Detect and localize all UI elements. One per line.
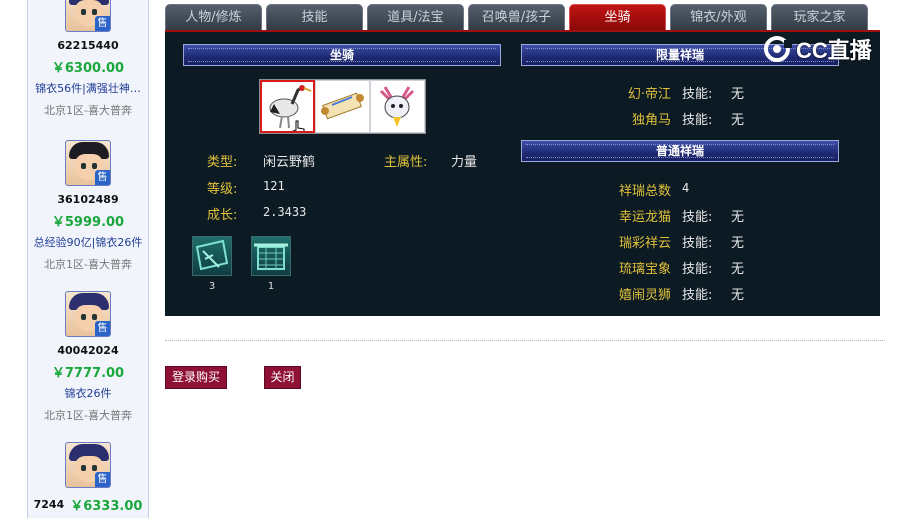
tab-house[interactable]: 玩家之家 (771, 4, 868, 30)
mount-section-header: 坐骑 (183, 44, 501, 66)
listing-id: 40042024 (57, 344, 119, 357)
scroll-item-thumb[interactable] (315, 80, 370, 133)
normal-skill-value: 无 (731, 262, 745, 277)
deer-icon (379, 86, 415, 127)
normal-skill-value: 无 (731, 210, 745, 225)
level-label: 等级: (207, 182, 238, 197)
normal-skill-label: 技能: (682, 210, 713, 225)
listing-price: ￥5999.00 (51, 215, 125, 230)
limited-skill-label: 技能: (682, 113, 713, 128)
sell-badge: 售 (95, 321, 110, 336)
close-button[interactable]: 关闭 (264, 366, 301, 389)
skill-book-icon[interactable] (192, 236, 232, 276)
cc-logo-icon (764, 36, 792, 62)
listing-item[interactable]: 售 36102489 ￥5999.00 总经验90亿|锦衣26件 北京1区-喜大… (28, 140, 148, 272)
normal-section-header: 普通祥瑞 (521, 140, 839, 162)
cc-live-watermark: CC直播 (762, 34, 872, 64)
tab-skills[interactable]: 技能 (266, 4, 363, 30)
normal-skill-value: 无 (731, 236, 745, 251)
normal-name: 瑞彩祥云 (618, 236, 671, 251)
growth-label: 成长: (207, 208, 238, 223)
listing-item[interactable]: 售 7244 ￥6333.00 (28, 442, 148, 514)
hand-cursor-icon (292, 120, 305, 131)
crane-mount-thumb[interactable] (260, 80, 315, 133)
listing-price: ￥7777.00 (51, 366, 125, 381)
type-label: 类型: (207, 155, 238, 170)
character-avatar[interactable]: 售 (65, 0, 111, 32)
normal-skill-value: 无 (731, 288, 745, 303)
normal-name: 嬉闹灵狮 (618, 288, 671, 303)
character-avatar[interactable]: 售 (65, 140, 111, 186)
tab-character[interactable]: 人物/修炼 (165, 4, 262, 30)
listing-price: ￥6333.00 (70, 499, 143, 514)
main-attr-label: 主属性: (384, 155, 428, 170)
total-label: 祥瑞总数 (618, 184, 671, 199)
listing-sidebar: 售 62215440 ￥6300.00 锦衣56件|满强壮神… 北京1区-喜大普… (27, 0, 149, 518)
sell-badge: 售 (95, 170, 110, 185)
level-value: 121 (263, 179, 285, 193)
growth-value: 2.3433 (263, 205, 307, 219)
skill-count: 3 (208, 281, 216, 292)
type-value: 闲云野鹤 (263, 155, 316, 170)
normal-skill-label: 技能: (682, 262, 713, 277)
limited-skill-label: 技能: (682, 87, 713, 102)
sell-badge: 售 (95, 16, 110, 31)
listing-id: 36102489 (57, 193, 119, 206)
limited-skill-value: 无 (731, 87, 745, 102)
listing-item[interactable]: 售 62215440 ￥6300.00 锦衣56件|满强壮神… 北京1区-喜大普… (28, 0, 148, 118)
sell-badge: 售 (95, 472, 110, 487)
listing-server: 北京1区-喜大普奔 (44, 409, 132, 422)
listing-id: 62215440 (57, 39, 119, 52)
listing-desc[interactable]: 总经验90亿|锦衣26件 (28, 234, 148, 250)
listing-desc[interactable]: 锦衣56件|满强壮神… (28, 80, 148, 96)
mount-thumbnails (259, 79, 426, 134)
skill-scroll-icon[interactable] (251, 236, 291, 276)
scroll-icon (321, 92, 364, 120)
listing-desc[interactable]: 锦衣26件 (28, 385, 148, 401)
main-attr-value: 力量 (451, 155, 478, 170)
tab-pets[interactable]: 召唤兽/孩子 (468, 4, 565, 30)
watermark-text: CC直播 (796, 38, 872, 63)
listing-price: ￥6300.00 (51, 61, 125, 76)
listing-server: 北京1区-喜大普奔 (44, 104, 132, 117)
character-avatar[interactable]: 售 (65, 442, 111, 488)
listing-item[interactable]: 售 40042024 ￥7777.00 锦衣26件 北京1区-喜大普奔 (28, 291, 148, 423)
limited-name: 幻·帝江 (627, 87, 671, 102)
normal-skill-label: 技能: (682, 236, 713, 251)
mount-panel: 坐骑 类型: 闲云野鹤 主属性: 力量 等级: 121 成长: 2.3433 3… (165, 30, 880, 316)
divider (165, 340, 885, 341)
skill-count: 1 (267, 281, 275, 292)
tab-items[interactable]: 道具/法宝 (367, 4, 464, 30)
tab-outfit[interactable]: 锦衣/外观 (670, 4, 767, 30)
total-value: 4 (682, 181, 690, 195)
detail-tabs: 人物/修炼 技能 道具/法宝 召唤兽/孩子 坐骑 锦衣/外观 玩家之家 (165, 4, 880, 30)
normal-name: 幸运龙猫 (618, 210, 671, 225)
tab-mount[interactable]: 坐骑 (569, 4, 666, 30)
login-buy-button[interactable]: 登录购买 (165, 366, 227, 389)
limited-name: 独角马 (631, 113, 671, 128)
normal-skill-label: 技能: (682, 288, 713, 303)
listing-id: 7244 (33, 498, 65, 511)
limited-skill-value: 无 (731, 113, 745, 128)
character-avatar[interactable]: 售 (65, 291, 111, 337)
listing-server: 北京1区-喜大普奔 (44, 258, 132, 271)
deer-mount-thumb[interactable] (370, 80, 425, 133)
normal-name: 琉璃宝象 (618, 262, 671, 277)
